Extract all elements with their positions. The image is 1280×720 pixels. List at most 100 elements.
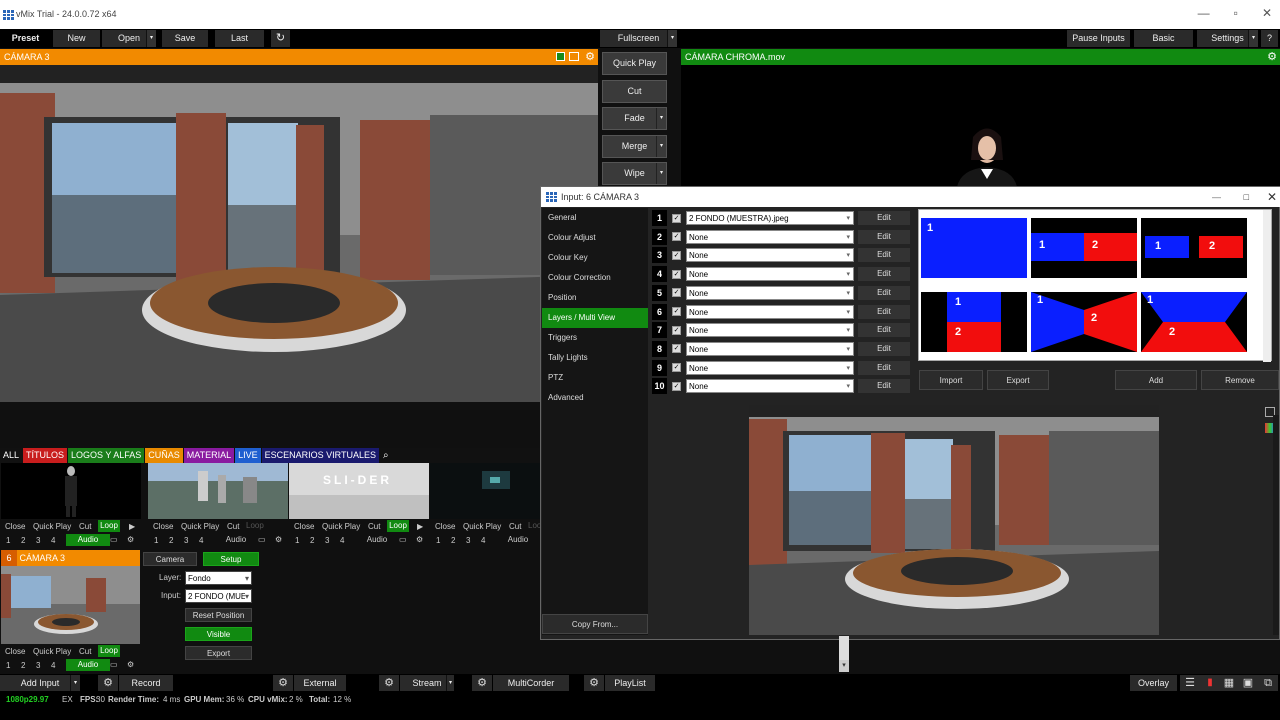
- cut-button[interactable]: Cut: [227, 521, 239, 533]
- close-icon[interactable]: ✕: [1267, 187, 1277, 207]
- close-button[interactable]: Close: [153, 521, 173, 533]
- layer-select[interactable]: None ▾: [686, 248, 854, 263]
- export-button[interactable]: Export: [185, 646, 252, 660]
- layout-preset[interactable]: 1: [921, 218, 1027, 278]
- play-icon[interactable]: ▶: [417, 521, 423, 533]
- tab-titulos[interactable]: TÍTULOS: [23, 448, 68, 463]
- overlay-number[interactable]: 1: [436, 535, 440, 547]
- quick-play-button[interactable]: Quick Play: [181, 521, 219, 533]
- edit-button[interactable]: Edit: [858, 360, 910, 375]
- visible-button[interactable]: Visible: [185, 627, 252, 641]
- layer-select[interactable]: None ▾: [686, 341, 854, 356]
- grid-icon[interactable]: ▦: [1219, 675, 1239, 691]
- close-button[interactable]: Close: [5, 646, 25, 658]
- layer-select[interactable]: None ▾: [686, 304, 854, 319]
- gear-icon[interactable]: ⚙: [379, 675, 399, 691]
- multicorder-button[interactable]: MultiCorder: [493, 675, 569, 691]
- gear-icon[interactable]: ⚙: [98, 675, 118, 691]
- dialog-preview-video[interactable]: [749, 405, 1159, 635]
- overlay-number[interactable]: 4: [51, 660, 55, 672]
- overlay-number[interactable]: 4: [481, 535, 485, 547]
- record-button[interactable]: Record: [119, 675, 173, 691]
- input-thumbnail[interactable]: [430, 463, 540, 519]
- loop-button[interactable]: Loop: [387, 520, 409, 532]
- loop-button[interactable]: Loop: [246, 520, 268, 532]
- edit-button[interactable]: Edit: [858, 229, 910, 244]
- external-link-icon[interactable]: ⧉: [1258, 675, 1278, 691]
- fade-dropdown-icon[interactable]: ▾: [656, 108, 666, 129]
- layer-select[interactable]: None ▾: [686, 379, 854, 394]
- cut-button[interactable]: Cut: [509, 521, 521, 533]
- input-thumbnail[interactable]: [1, 463, 141, 519]
- overlay-number[interactable]: 4: [340, 535, 344, 547]
- loop-button[interactable]: Loop: [98, 645, 120, 657]
- save-button[interactable]: Save: [162, 30, 209, 47]
- nav-item[interactable]: Colour Key: [542, 248, 648, 268]
- import-button[interactable]: Import: [919, 370, 983, 390]
- tab-cunas[interactable]: CUÑAS: [145, 448, 183, 463]
- nav-item[interactable]: General: [542, 208, 648, 228]
- edit-button[interactable]: Edit: [858, 267, 910, 282]
- monitor-icon[interactable]: ▭: [399, 534, 407, 546]
- gear-icon[interactable]: ⚙: [472, 675, 492, 691]
- overlay-number[interactable]: 3: [325, 535, 329, 547]
- help-button[interactable]: ?: [1261, 30, 1279, 47]
- layer-checkbox[interactable]: ✓: [672, 344, 681, 354]
- cut-button[interactable]: Cut: [602, 80, 667, 103]
- overlay-number[interactable]: 2: [21, 660, 25, 672]
- quick-play-button[interactable]: Quick Play: [602, 52, 667, 75]
- tab-material[interactable]: MATERIAL: [183, 448, 235, 463]
- layer-select[interactable]: 2 FONDO (MUESTRA).jpeg ▾: [686, 211, 854, 225]
- layer-checkbox[interactable]: ✓: [672, 307, 681, 316]
- gear-icon[interactable]: ⚙: [127, 534, 134, 546]
- maximize-icon[interactable]: ▫: [1234, 6, 1238, 20]
- nav-item[interactable]: Layers / Multi View: [542, 308, 648, 328]
- overlay-number[interactable]: 1: [295, 535, 299, 547]
- nav-item[interactable]: Position: [542, 288, 648, 308]
- overlay-number[interactable]: 4: [51, 535, 55, 547]
- overlay-number[interactable]: 2: [21, 535, 25, 547]
- monitor-icon[interactable]: ▭: [258, 534, 266, 546]
- layout-preset[interactable]: 1 2: [1031, 218, 1137, 278]
- open-button[interactable]: Open ▾: [102, 30, 157, 47]
- nav-item[interactable]: Colour Correction: [542, 268, 648, 288]
- layer-checkbox[interactable]: ✓: [672, 232, 681, 242]
- add-button[interactable]: Add: [1115, 370, 1197, 390]
- tab-logos-y-alfas[interactable]: LOGOS Y ALFAS: [68, 448, 145, 463]
- layout-preset[interactable]: 1 2: [1141, 292, 1247, 352]
- overlay-number[interactable]: 4: [199, 535, 203, 547]
- layer-checkbox[interactable]: ✓: [672, 250, 681, 260]
- edit-button[interactable]: Edit: [858, 379, 910, 394]
- audio-meter-icon[interactable]: ▮: [1200, 675, 1220, 691]
- layer-checkbox[interactable]: ✓: [672, 288, 681, 298]
- layout-preset[interactable]: 1 2: [1031, 292, 1137, 352]
- audio-button[interactable]: Audio: [66, 534, 110, 546]
- overlay-number[interactable]: 1: [154, 535, 158, 547]
- gear-icon[interactable]: ⚙: [1267, 49, 1277, 65]
- gear-icon[interactable]: ⚙: [275, 534, 282, 546]
- pause-inputs-button[interactable]: Pause Inputs: [1067, 30, 1131, 47]
- overlay-number[interactable]: 3: [36, 660, 40, 672]
- overlay-number[interactable]: 1: [6, 535, 10, 547]
- layer-select[interactable]: Fondo ▾: [185, 571, 252, 585]
- gear-icon[interactable]: ⚙: [127, 659, 134, 671]
- quick-play-button[interactable]: Quick Play: [33, 646, 71, 658]
- edit-button[interactable]: Edit: [858, 211, 910, 225]
- maximize-icon[interactable]: □: [1244, 187, 1249, 207]
- overlay-number[interactable]: 2: [169, 535, 173, 547]
- cut-button[interactable]: Cut: [79, 521, 91, 533]
- layout-preset[interactable]: 1 2: [1141, 218, 1247, 278]
- quick-play-button[interactable]: Quick Play: [322, 521, 360, 533]
- add-input-button[interactable]: Add Input ▾: [0, 675, 80, 691]
- audio-button[interactable]: Audio: [355, 534, 399, 546]
- layout-preset[interactable]: 1 2: [921, 292, 1027, 352]
- stream-button[interactable]: Stream ▾: [400, 675, 454, 691]
- layer-checkbox[interactable]: ✓: [672, 363, 681, 373]
- edit-button[interactable]: Edit: [858, 341, 910, 356]
- audio-button[interactable]: Audio: [496, 534, 540, 546]
- gear-icon[interactable]: ⚙: [416, 534, 423, 546]
- audio-button[interactable]: Audio: [66, 659, 110, 671]
- play-icon[interactable]: ▶: [129, 521, 135, 533]
- overlay-number[interactable]: 2: [310, 535, 314, 547]
- colour-tag-icon[interactable]: [556, 52, 565, 61]
